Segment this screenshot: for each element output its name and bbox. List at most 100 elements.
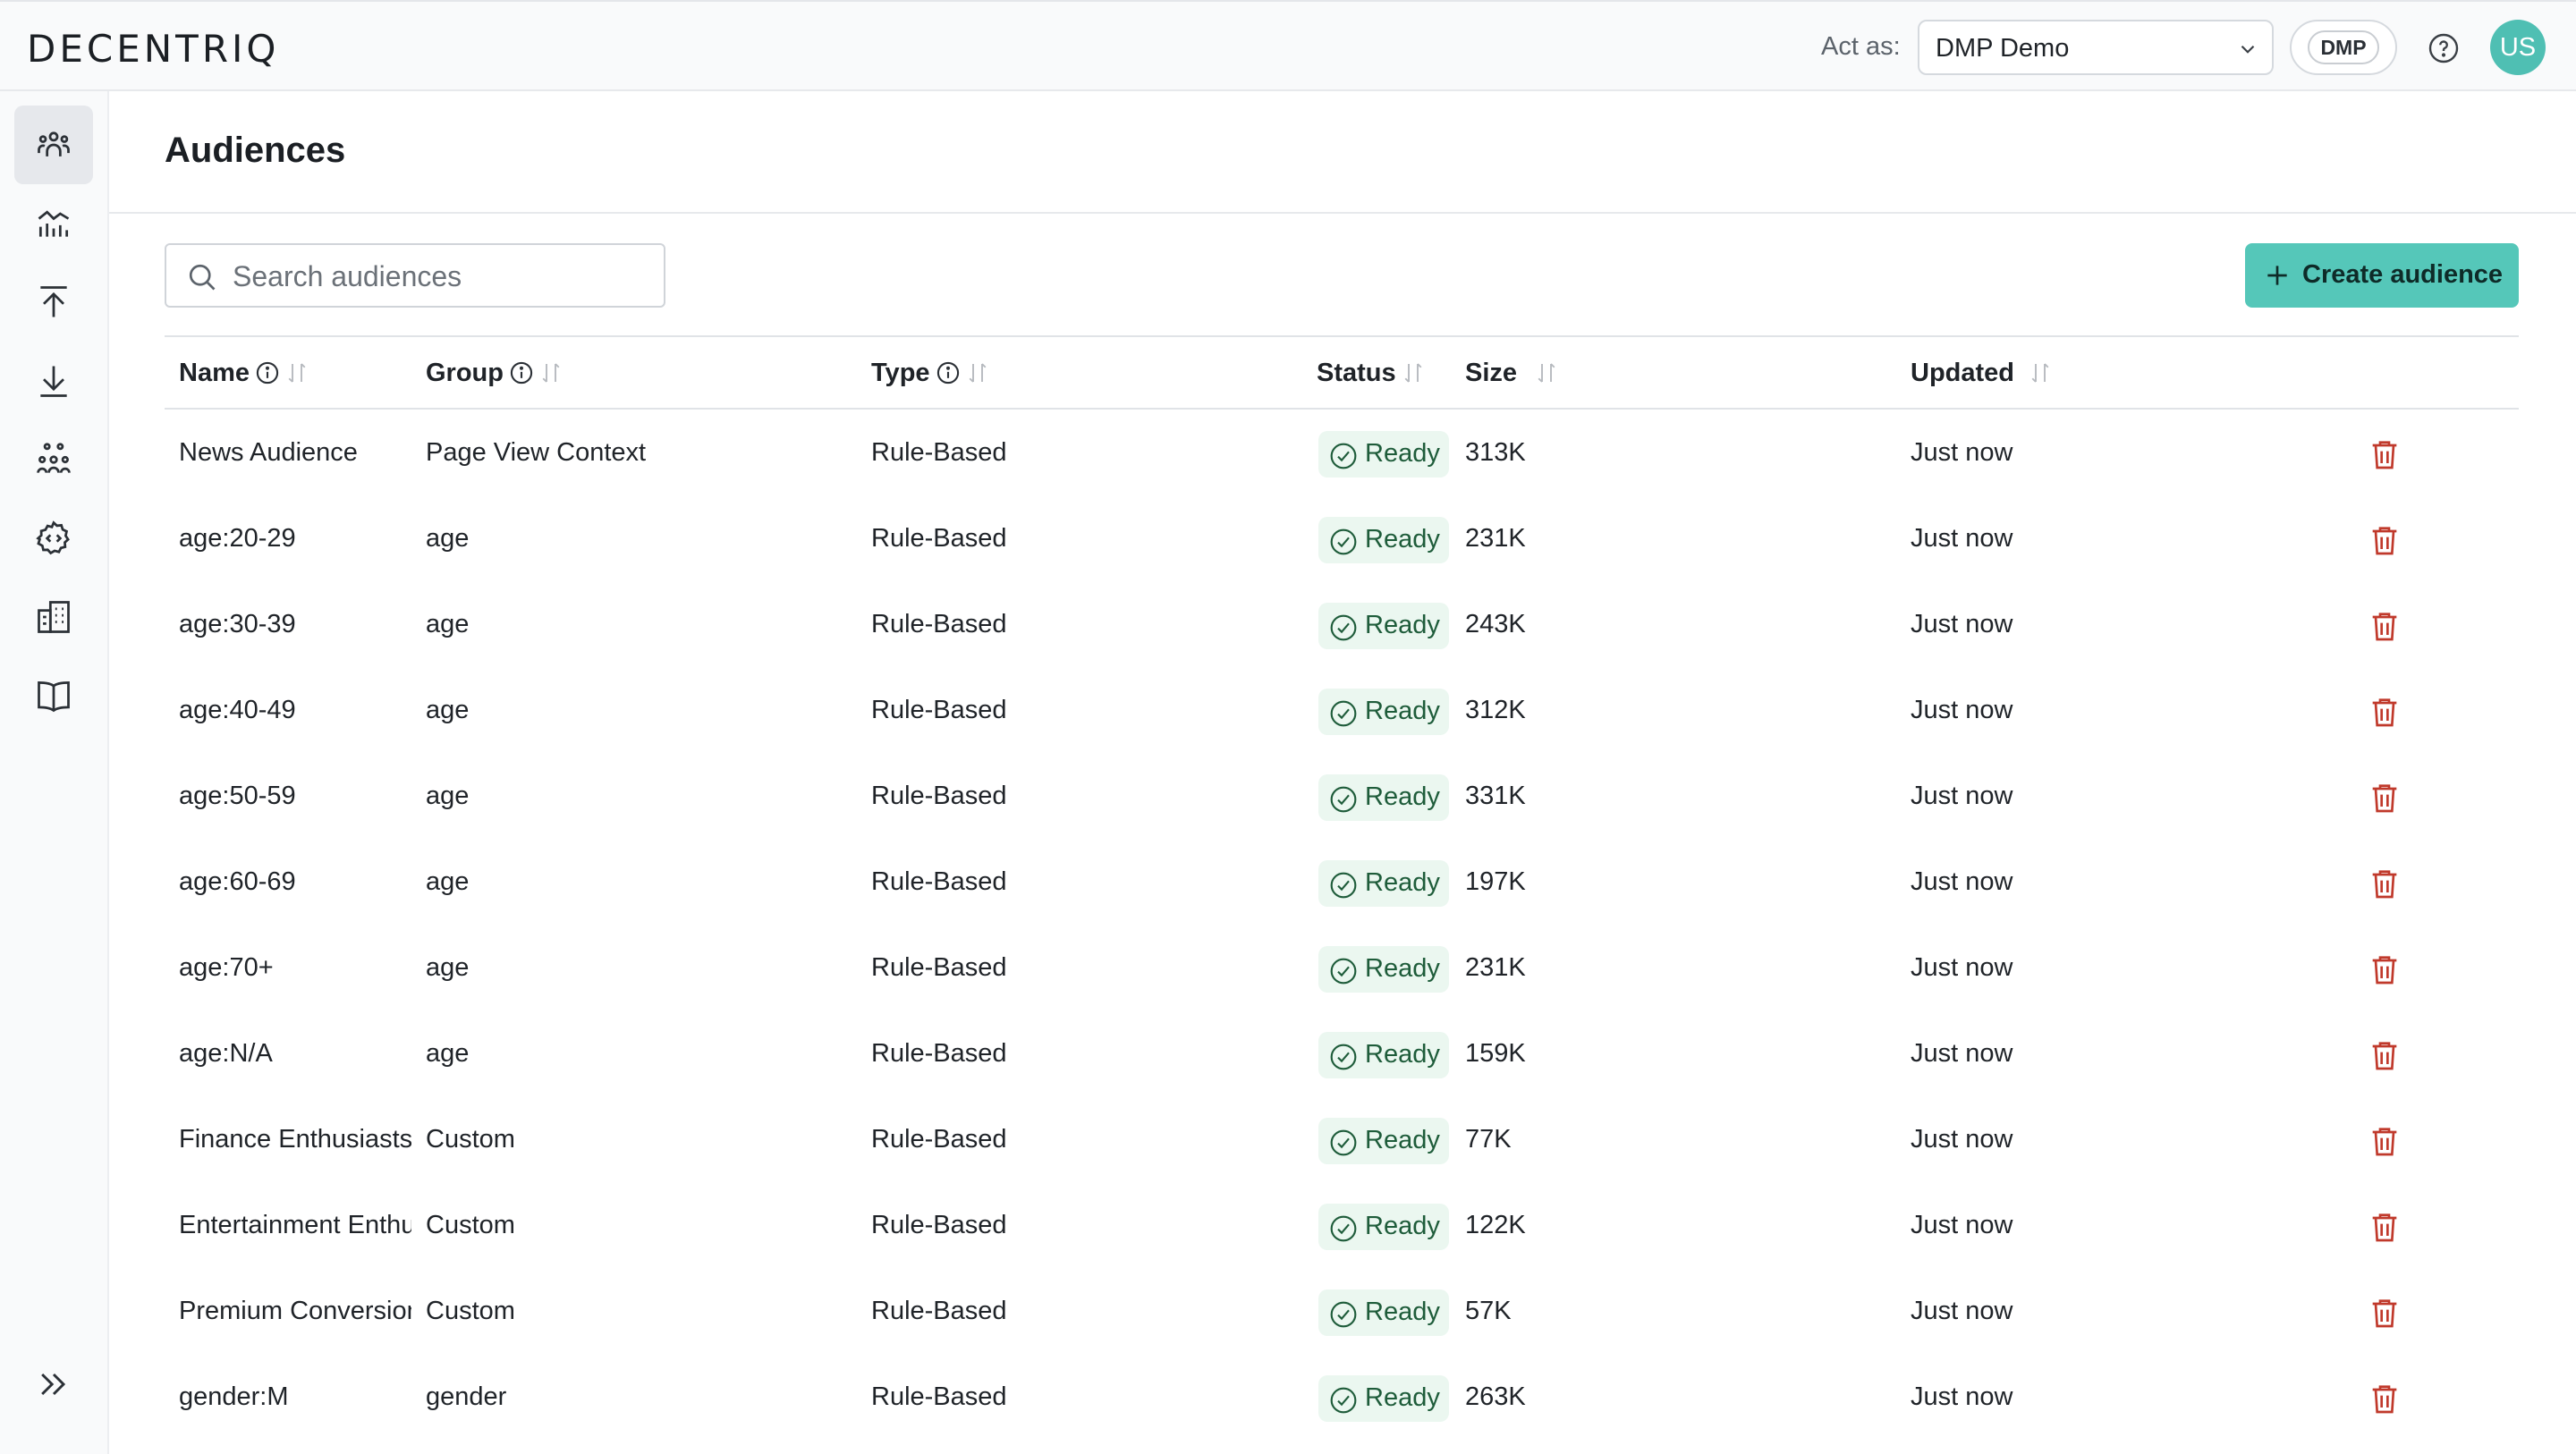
info-icon[interactable] <box>509 360 534 385</box>
delete-icon[interactable] <box>2367 866 2402 901</box>
table-header-divider <box>165 408 2519 410</box>
sidebar-item-groups[interactable] <box>14 420 93 499</box>
status-badge: Ready <box>1318 1375 1449 1422</box>
status-label: Ready <box>1365 954 1440 983</box>
organization-select[interactable]: DMP Demo <box>1918 20 2274 75</box>
delete-icon[interactable] <box>2367 436 2402 472</box>
sort-icon[interactable] <box>2027 358 2054 388</box>
check-circle-icon <box>1330 1129 1357 1156</box>
sidebar-item-upload[interactable] <box>14 263 93 342</box>
column-header-type[interactable]: Type <box>871 358 991 393</box>
cell-updated: Just now <box>1911 1382 2013 1411</box>
column-header-updated-label: Updated <box>1911 359 2014 387</box>
sidebar-item-developer-settings[interactable] <box>14 499 93 578</box>
cell-group: Page View Context <box>426 438 647 467</box>
status-badge: Ready <box>1318 946 1449 993</box>
cell-updated: Just now <box>1911 1125 2013 1154</box>
column-header-type-label: Type <box>871 359 930 387</box>
column-header-status[interactable]: Status <box>1317 358 1427 393</box>
delete-icon[interactable] <box>2367 1209 2402 1245</box>
cell-group: age <box>426 1039 470 1068</box>
organization-select-value: DMP Demo <box>1936 34 2070 63</box>
delete-icon[interactable] <box>2367 951 2402 987</box>
cell-name: News Audience <box>179 438 358 467</box>
column-header-size-label: Size <box>1465 359 1518 387</box>
table-row[interactable]: Finance Enthusiasts Custom Rule-Based Re… <box>165 1098 2519 1184</box>
search-input[interactable] <box>231 256 646 297</box>
status-badge: Ready <box>1318 517 1449 563</box>
cell-name: age:N/A <box>179 1039 273 1068</box>
column-header-name[interactable]: Name <box>179 358 310 393</box>
create-audience-button[interactable]: Create audience <box>2245 243 2519 308</box>
cell-name: age:40-49 <box>179 696 296 724</box>
cell-type: Rule-Based <box>871 524 1007 553</box>
insights-chart-icon <box>38 210 70 237</box>
delete-icon[interactable] <box>2367 608 2402 644</box>
sidebar-item-audiences[interactable] <box>14 106 93 184</box>
cell-type: Rule-Based <box>871 867 1007 896</box>
cell-type: Rule-Based <box>871 696 1007 724</box>
table-row[interactable]: Entertainment Enthusiasts Custom Rule-Ba… <box>165 1184 2519 1270</box>
status-label: Ready <box>1365 1298 1440 1326</box>
status-badge: Ready <box>1318 860 1449 907</box>
cell-updated: Just now <box>1911 782 2013 810</box>
cell-type: Rule-Based <box>871 1125 1007 1154</box>
table-row[interactable]: age:60-69 age Rule-Based Ready 197K Just… <box>165 841 2519 926</box>
table-row[interactable]: gender:M gender Rule-Based Ready 263K Ju… <box>165 1356 2519 1441</box>
status-badge: Ready <box>1318 774 1449 821</box>
check-circle-icon <box>1330 786 1357 813</box>
delete-icon[interactable] <box>2367 1295 2402 1331</box>
title-divider <box>109 212 2576 214</box>
app-logo[interactable]: DECENTRIQ <box>27 27 279 71</box>
search-box[interactable] <box>165 243 665 308</box>
column-header-group[interactable]: Group <box>426 358 564 393</box>
users-group-icon <box>37 443 71 473</box>
status-label: Ready <box>1365 1383 1440 1412</box>
check-circle-icon <box>1330 958 1357 985</box>
cell-type: Rule-Based <box>871 782 1007 810</box>
sort-icon[interactable] <box>964 358 991 388</box>
delete-icon[interactable] <box>2367 1037 2402 1073</box>
sidebar-item-docs[interactable] <box>14 656 93 735</box>
delete-icon[interactable] <box>2367 694 2402 730</box>
delete-icon[interactable] <box>2367 1381 2402 1416</box>
cell-name: gender:M <box>179 1382 289 1411</box>
status-badge: Ready <box>1318 1289 1449 1336</box>
check-circle-icon <box>1330 700 1357 727</box>
sidebar-item-insights[interactable] <box>14 184 93 263</box>
table-row[interactable]: age:20-29 age Rule-Based Ready 231K Just… <box>165 497 2519 583</box>
plus-icon <box>2267 266 2287 285</box>
sort-icon[interactable] <box>538 358 564 388</box>
delete-icon[interactable] <box>2367 1123 2402 1159</box>
column-header-updated[interactable]: Updated <box>1911 358 2054 393</box>
table-row[interactable]: age:70+ age Rule-Based Ready 231K Just n… <box>165 926 2519 1012</box>
table-row[interactable]: age:N/A age Rule-Based Ready 159K Just n… <box>165 1012 2519 1098</box>
cell-type: Rule-Based <box>871 438 1007 467</box>
sort-icon[interactable] <box>284 358 310 388</box>
help-icon[interactable] <box>2428 32 2460 64</box>
column-header-size[interactable]: Size <box>1465 358 1560 393</box>
check-circle-icon <box>1330 1301 1357 1328</box>
check-circle-icon <box>1330 1215 1357 1242</box>
table-row[interactable]: age:40-49 age Rule-Based Ready 312K Just… <box>165 669 2519 755</box>
sort-icon[interactable] <box>1400 358 1427 388</box>
table-row[interactable]: News Audience Page View Context Rule-Bas… <box>165 411 2519 497</box>
table-row[interactable]: Premium Conversion Custom Rule-Based Rea… <box>165 1270 2519 1356</box>
info-icon[interactable] <box>255 360 280 385</box>
sort-icon[interactable] <box>1533 358 1560 388</box>
sidebar-item-organizations[interactable] <box>14 578 93 656</box>
sidebar-item-download[interactable] <box>14 342 93 420</box>
status-label: Ready <box>1365 439 1440 468</box>
expand-sidebar-icon[interactable] <box>34 1365 73 1404</box>
user-avatar[interactable]: US <box>2490 20 2546 75</box>
delete-icon[interactable] <box>2367 522 2402 558</box>
table-row[interactable]: age:30-39 age Rule-Based Ready 243K Just… <box>165 583 2519 669</box>
table-row[interactable]: age:50-59 age Rule-Based Ready 331K Just… <box>165 755 2519 841</box>
status-label: Ready <box>1365 782 1440 811</box>
column-header-name-label: Name <box>179 359 250 387</box>
cell-name: age:70+ <box>179 953 274 982</box>
delete-icon[interactable] <box>2367 780 2402 816</box>
cell-size: 122K <box>1465 1211 1526 1239</box>
dmp-switch[interactable]: DMP <box>2290 20 2397 75</box>
info-icon[interactable] <box>936 360 961 385</box>
